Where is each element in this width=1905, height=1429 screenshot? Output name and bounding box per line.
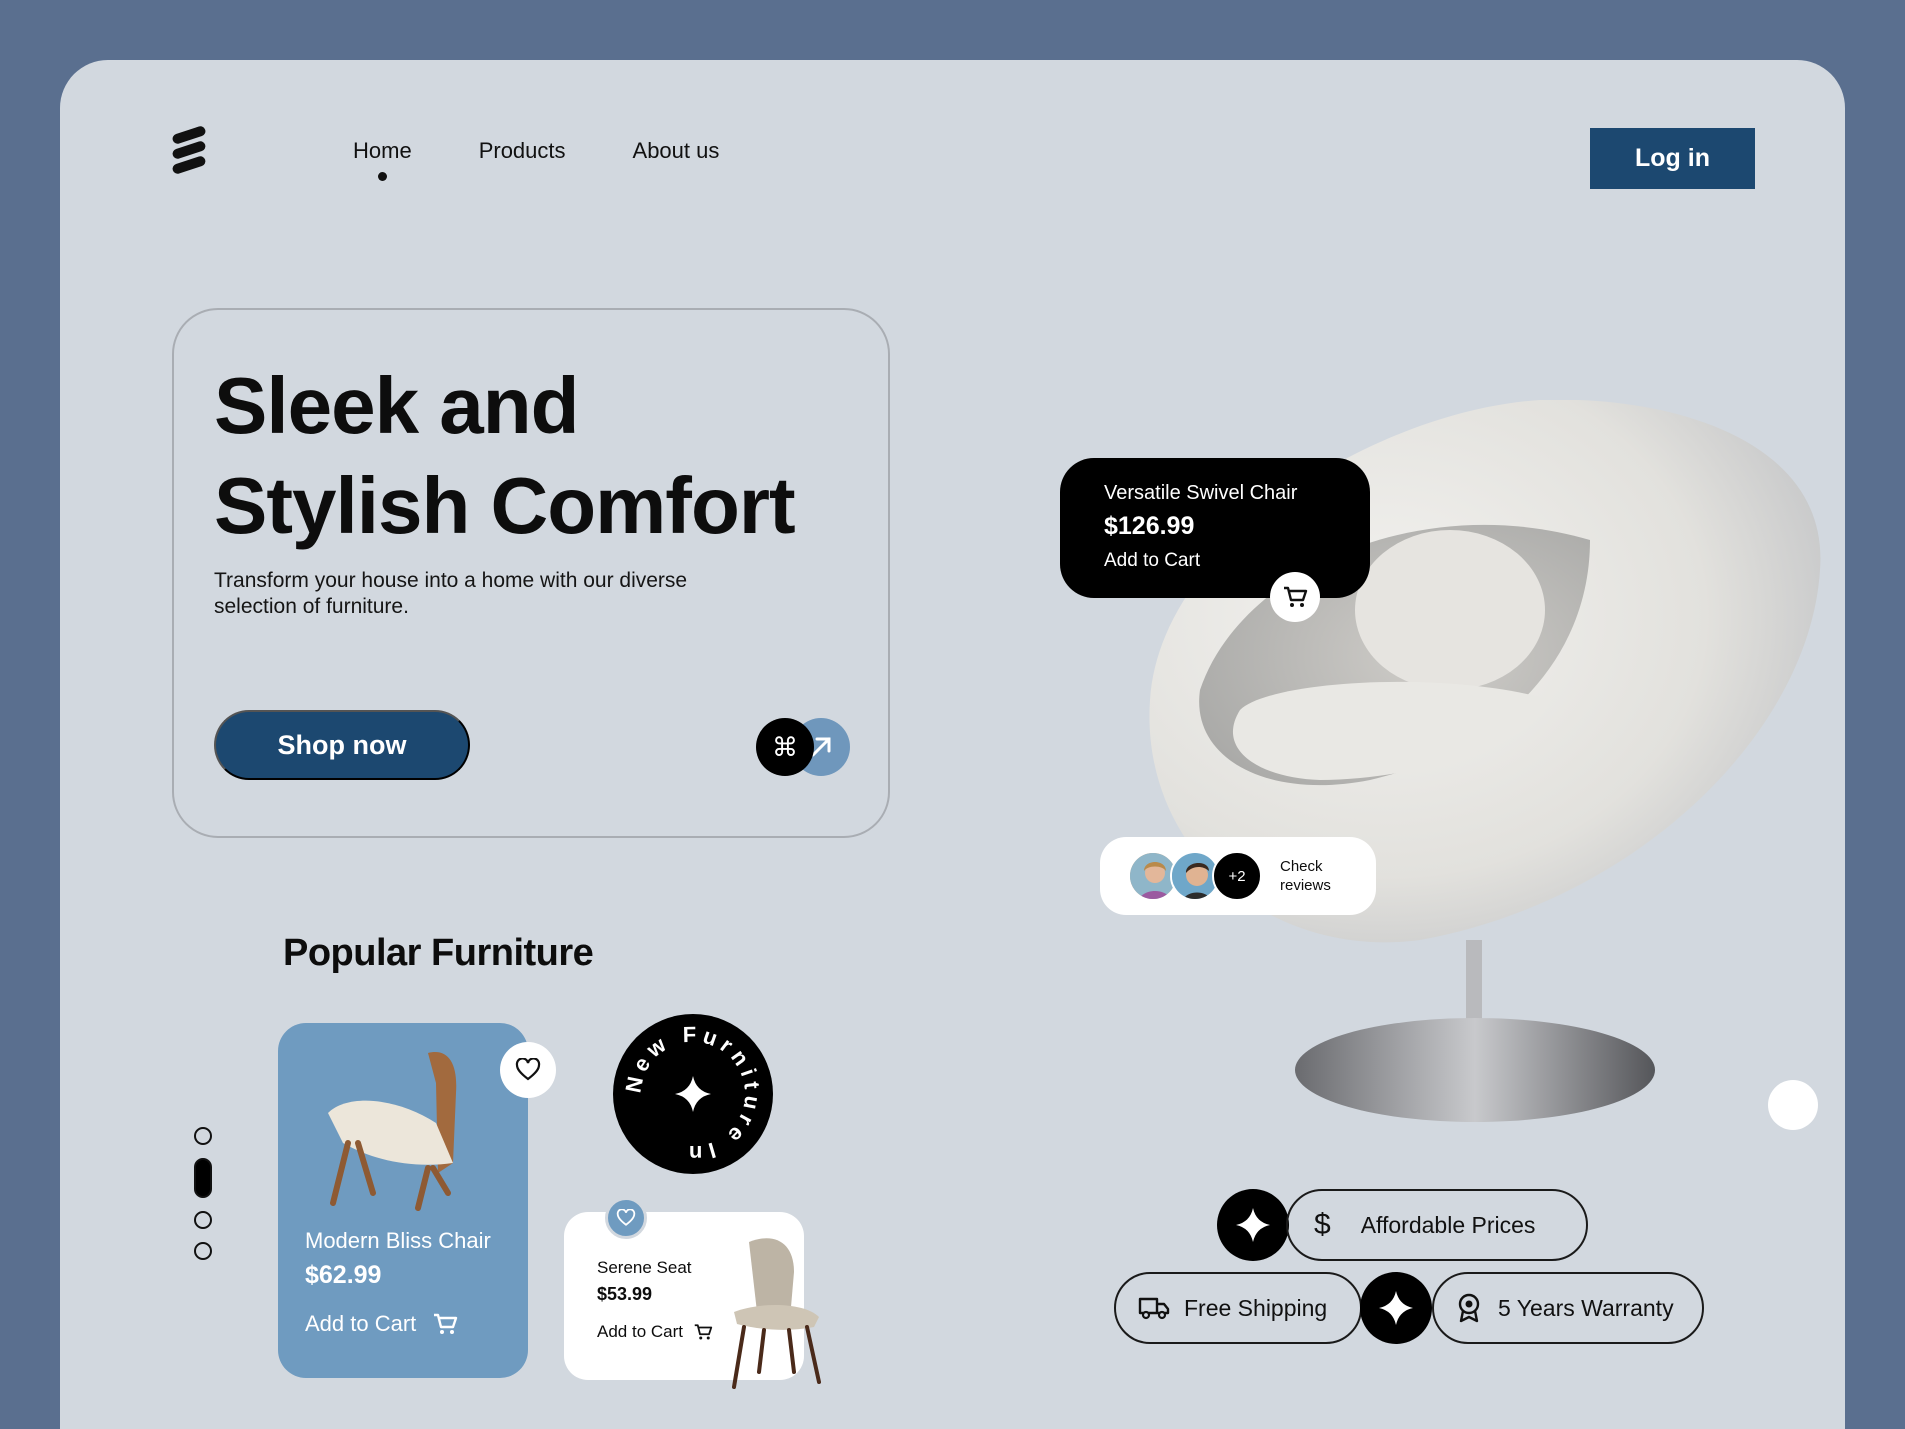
product-name: Serene Seat xyxy=(597,1258,692,1277)
featured-name: Versatile Swivel Chair xyxy=(1104,482,1298,504)
nav-products-label: Products xyxy=(478,138,566,163)
feature-affordable-prices: $ Affordable Prices xyxy=(1286,1189,1588,1261)
featured-product-tooltip[interactable]: Versatile Swivel Chair $126.99 Add to Ca… xyxy=(1060,458,1370,622)
heart-icon[interactable] xyxy=(605,1197,647,1239)
truck-icon xyxy=(1138,1297,1170,1320)
new-furniture-badge: New Furniture In xyxy=(613,1014,773,1174)
brand-logo[interactable] xyxy=(170,124,210,176)
side-chair-image xyxy=(732,1238,821,1389)
nav-about-label: About us xyxy=(632,138,720,163)
pager-dot-active[interactable] xyxy=(194,1158,212,1198)
feature-label: Free Shipping xyxy=(1184,1294,1328,1321)
cart-icon xyxy=(434,1313,458,1334)
side-scroll-handle[interactable] xyxy=(1768,1080,1818,1130)
product-card-serene-seat[interactable]: Serene Seat $53.99 Add to Cart xyxy=(564,1212,821,1389)
popular-title: Popular Furniture xyxy=(283,932,594,974)
sparkle-icon xyxy=(1217,1189,1289,1261)
feature-label: Affordable Prices xyxy=(1360,1211,1536,1238)
command-icon[interactable]: ⌘ xyxy=(756,718,814,776)
hero-card: Sleek and Stylish Comfort Transform your… xyxy=(172,308,890,838)
more-reviewers-count: +2 xyxy=(1212,851,1262,901)
carousel-pager xyxy=(194,1127,214,1273)
dollar-icon: $ xyxy=(1314,1208,1331,1241)
login-button[interactable]: Log in xyxy=(1590,128,1755,189)
nav-home-label: Home xyxy=(353,138,412,163)
feature-warranty: 5 Years Warranty xyxy=(1432,1272,1704,1344)
cart-icon[interactable] xyxy=(1270,572,1320,622)
cart-icon xyxy=(694,1324,713,1340)
check-reviews-widget[interactable]: +2 Check reviews xyxy=(1100,837,1376,915)
product-price: $53.99 xyxy=(597,1284,653,1304)
pager-dot[interactable] xyxy=(194,1242,212,1260)
product-name: Modern Bliss Chair xyxy=(305,1228,491,1253)
add-to-cart-label: Add to Cart xyxy=(305,1311,417,1336)
product-card-modern-bliss[interactable]: Modern Bliss Chair $62.99 Add to Cart xyxy=(278,1023,528,1378)
nav-about[interactable]: About us xyxy=(633,138,720,164)
pager-dot[interactable] xyxy=(194,1211,212,1229)
pager-dot[interactable] xyxy=(194,1127,212,1145)
shop-now-button[interactable]: Shop now xyxy=(214,710,470,780)
award-icon xyxy=(1458,1293,1480,1323)
active-indicator xyxy=(378,172,388,181)
featured-add-to-cart[interactable]: Add to Cart xyxy=(1104,550,1200,572)
page-frame: Home Products About us Log in Sleek and … xyxy=(60,60,1845,1429)
add-to-cart-link[interactable]: Add to Cart xyxy=(305,1311,458,1337)
hero-title: Sleek and Stylish Comfort xyxy=(214,361,796,550)
sparkle-icon xyxy=(1360,1272,1432,1344)
feature-label: 5 Years Warranty xyxy=(1498,1294,1674,1321)
hero-subtitle: Transform your house into a home with ou… xyxy=(214,569,688,618)
nav-home[interactable]: Home xyxy=(353,138,412,181)
main-nav: Home Products About us xyxy=(353,138,720,181)
add-to-cart-link[interactable]: Add to Cart xyxy=(597,1322,713,1342)
heart-icon[interactable] xyxy=(500,1042,556,1098)
feature-free-shipping: Free Shipping xyxy=(1114,1272,1362,1344)
add-to-cart-label: Add to Cart xyxy=(597,1322,683,1341)
product-price: $62.99 xyxy=(305,1261,382,1289)
featured-price: $126.99 xyxy=(1104,512,1195,540)
lounge-chair-image xyxy=(328,1052,457,1211)
nav-products[interactable]: Products xyxy=(479,138,566,164)
check-reviews-label: Check reviews xyxy=(1280,858,1331,894)
